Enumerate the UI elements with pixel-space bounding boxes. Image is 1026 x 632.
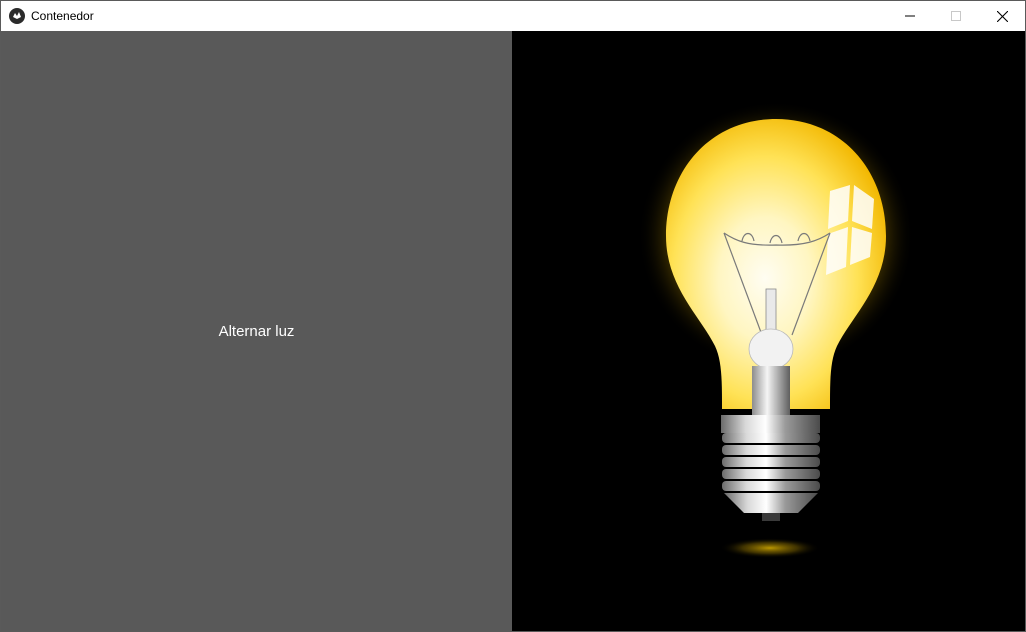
kivy-icon: [9, 8, 25, 24]
title-bar[interactable]: Contenedor: [1, 1, 1025, 31]
toggle-light-button[interactable]: Alternar luz: [1, 31, 512, 631]
lightbulb-icon: [638, 101, 914, 558]
toggle-light-label: Alternar luz: [218, 323, 295, 340]
app-window: Contenedor Alternar luz: [0, 0, 1026, 632]
maximize-button[interactable]: [933, 1, 979, 31]
content-container: Alternar luz: [1, 31, 1025, 631]
maximize-icon: [951, 11, 961, 21]
minimize-button[interactable]: [887, 1, 933, 31]
close-icon: [996, 10, 1008, 22]
minimize-icon: [905, 15, 915, 17]
window-title: Contenedor: [31, 9, 94, 23]
lightbulb-panel: [512, 31, 1025, 631]
close-button[interactable]: [979, 1, 1025, 31]
window-controls: [887, 1, 1025, 31]
